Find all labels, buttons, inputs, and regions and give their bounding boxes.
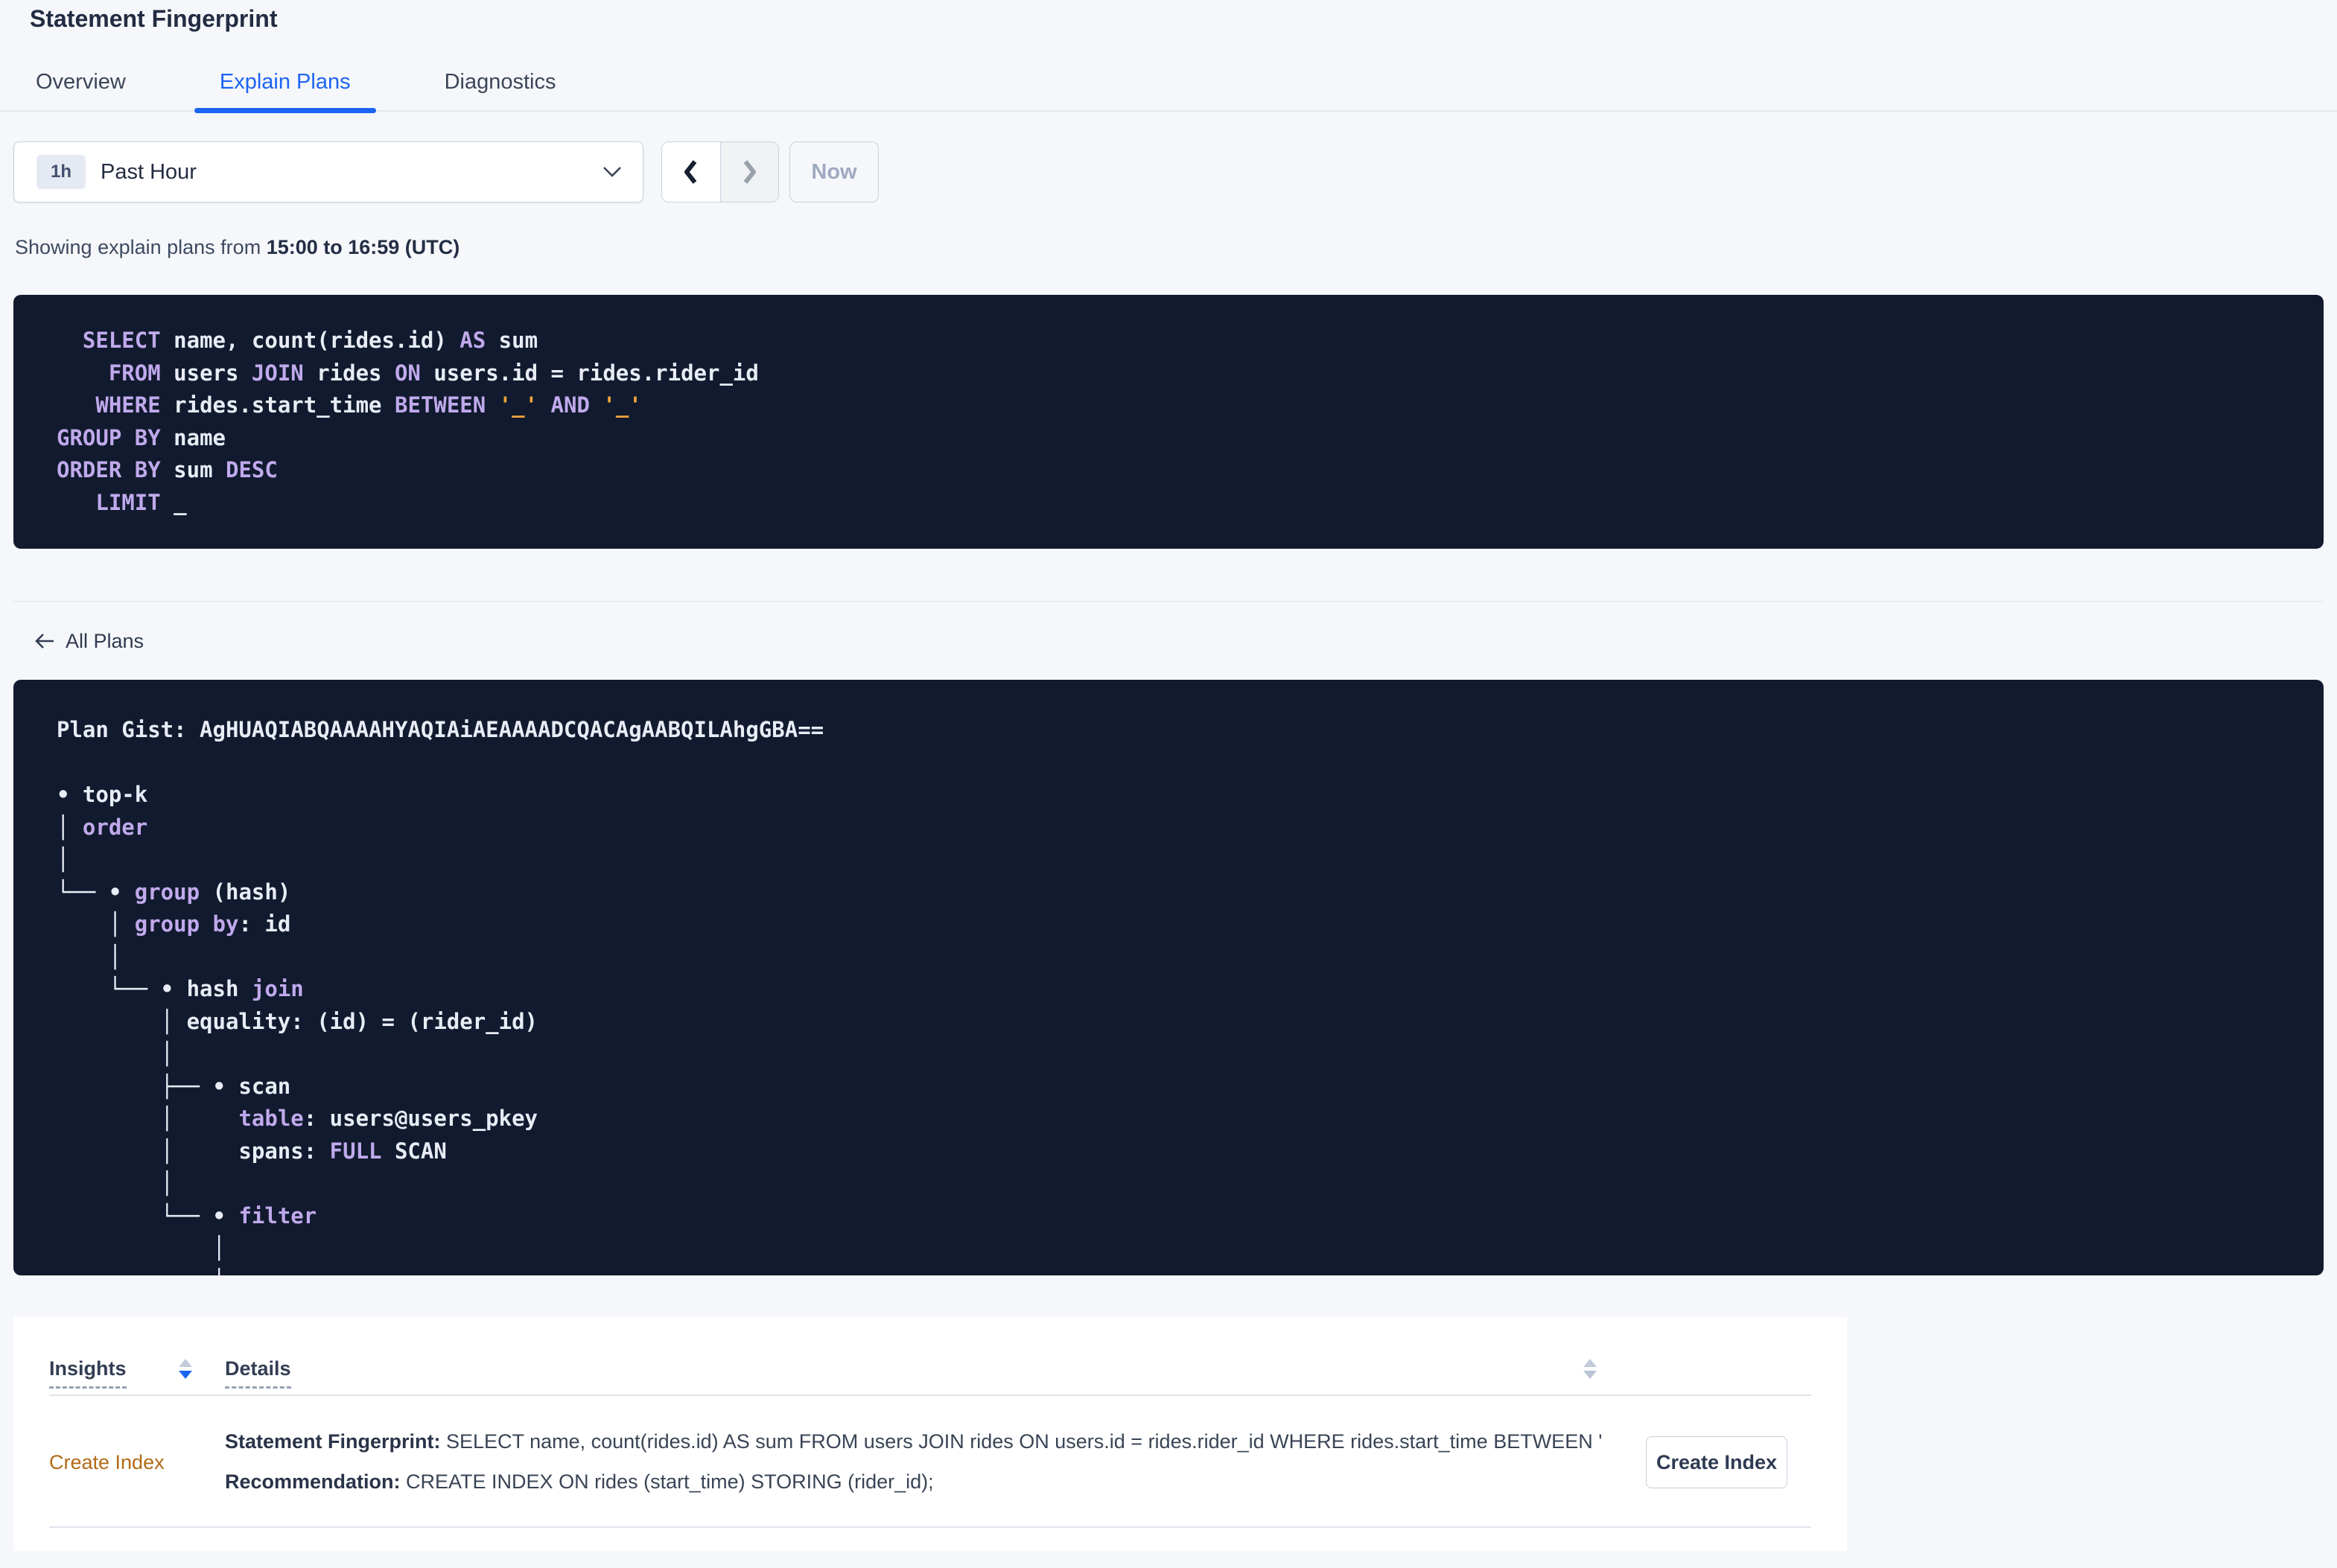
sort-down-icon [179, 1371, 192, 1379]
create-index-button[interactable]: Create Index [1646, 1436, 1787, 1488]
insights-table: Insights Details Create Index Statement … [13, 1317, 1847, 1551]
sort-up-icon [1583, 1359, 1597, 1367]
time-controls: 1h Past Hour Now [13, 141, 2337, 203]
chevron-down-icon [602, 166, 622, 178]
sort-icon-details[interactable] [1583, 1359, 1597, 1379]
plan-gist-box: Plan Gist: AgHUAQIABQAAAAHYAQIAiAEAAAADC… [13, 680, 2324, 1275]
sort-down-icon [1583, 1371, 1597, 1379]
now-button[interactable]: Now [789, 141, 879, 203]
sort-up-icon [179, 1359, 192, 1367]
statement-fingerprint-line: Statement Fingerprint: SELECT name, coun… [225, 1430, 1601, 1453]
chevron-right-icon [740, 159, 758, 185]
sort-icon-insights[interactable] [179, 1359, 192, 1379]
time-range-label: Past Hour [101, 159, 197, 184]
all-plans-back-link[interactable]: All Plans [33, 629, 144, 653]
tab-diagnostics[interactable]: Diagnostics [445, 70, 556, 110]
recommendation-line: Recommendation: CREATE INDEX ON rides (s… [225, 1470, 934, 1493]
showing-range: 15:00 to 16:59 (UTC) [266, 236, 460, 258]
time-range-dropdown[interactable]: 1h Past Hour [13, 141, 643, 203]
time-pager [661, 141, 779, 203]
details-cell: Statement Fingerprint: SELECT name, coun… [225, 1430, 1601, 1493]
showing-range-text: Showing explain plans from 15:00 to 16:5… [15, 235, 2337, 259]
previous-timeframe-button[interactable] [662, 142, 720, 202]
time-range-badge: 1h [36, 155, 86, 189]
table-header-divider [49, 1395, 1811, 1396]
column-header-insights[interactable]: Insights [49, 1357, 127, 1389]
tab-bar: Overview Explain Plans Diagnostics [0, 70, 2337, 113]
page-title: Statement Fingerprint [30, 5, 278, 32]
tab-overview[interactable]: Overview [36, 70, 126, 110]
next-timeframe-button[interactable] [719, 142, 778, 202]
back-arrow-icon [33, 631, 55, 651]
sql-statement-box: SELECT name, count(rides.id) AS sum FROM… [13, 295, 2324, 549]
showing-prefix: Showing explain plans from [15, 236, 267, 258]
chevron-left-icon [682, 159, 700, 185]
tab-explain-plans[interactable]: Explain Plans [194, 70, 376, 113]
table-row-divider [49, 1526, 1811, 1528]
column-header-details[interactable]: Details [225, 1357, 291, 1389]
insight-type-link[interactable]: Create Index [49, 1451, 165, 1473]
all-plans-label: All Plans [66, 630, 144, 652]
